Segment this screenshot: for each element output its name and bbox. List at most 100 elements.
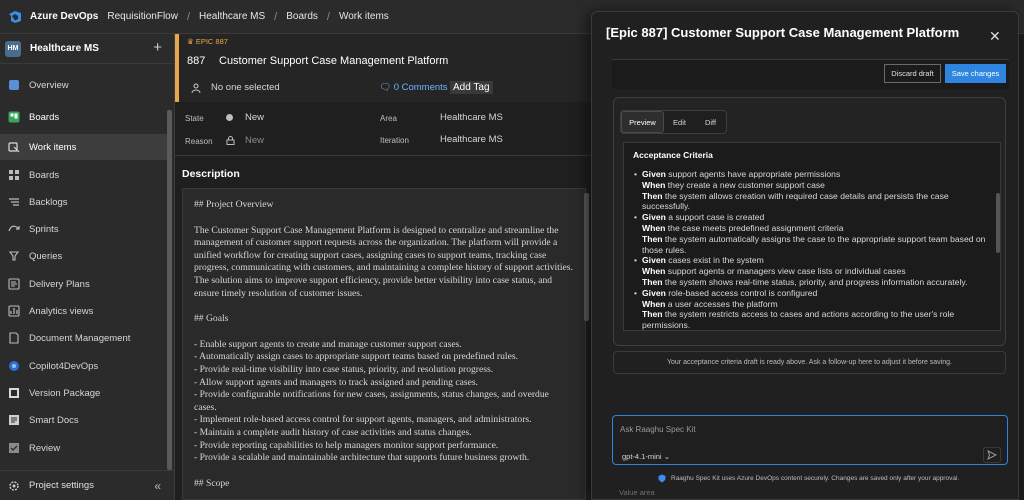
scope-heading: ## Scope: [194, 477, 230, 489]
shield-icon: [658, 474, 666, 483]
gear-icon: [8, 480, 20, 492]
ask-input[interactable]: Ask Raaghu Spec Kit gpt-4.1-mini ⌄: [612, 415, 1008, 465]
description-scrollbar[interactable]: [584, 193, 589, 321]
sidebar-item-document-management[interactable]: Document Management: [0, 325, 168, 351]
sidebar-item-smart-docs[interactable]: Smart Docs: [0, 407, 168, 433]
package-icon: [8, 387, 20, 399]
overview-text: The Customer Support Case Management Pla…: [194, 224, 573, 299]
sidebar-item-label: Review: [29, 442, 61, 454]
list-item: Given role-based access control is confi…: [633, 288, 992, 330]
sidebar-item-label: Document Management: [29, 332, 131, 344]
view-tabs: Preview Edit Diff: [620, 110, 727, 134]
tab-preview[interactable]: Preview: [621, 111, 664, 133]
copilot-icon: [8, 360, 20, 372]
sidebar-item-copilot4devops[interactable]: Copilot4DevOps: [0, 353, 168, 379]
iteration-field[interactable]: Healthcare MS: [440, 134, 503, 145]
reason-field[interactable]: New: [245, 135, 264, 146]
send-icon: [987, 450, 997, 460]
sidebar-item-label: Queries: [29, 250, 63, 262]
description-editor[interactable]: ## Project Overview The Customer Support…: [182, 188, 586, 500]
delivery-plans-icon: [8, 278, 20, 290]
tab-edit[interactable]: Edit: [664, 111, 695, 133]
list-item: - Provide a scalable and maintainable ar…: [194, 452, 530, 464]
criteria-heading: Acceptance Criteria: [633, 150, 713, 160]
person-icon: [191, 83, 201, 93]
list-item: - Provide reporting capabilities to help…: [194, 439, 499, 451]
state-label: State: [185, 114, 204, 123]
collapse-sidebar-icon[interactable]: «: [154, 479, 161, 493]
security-footnote: Raaghu Spec Kit uses Azure DevOps conten…: [658, 474, 959, 483]
sidebar-item-queries[interactable]: Queries: [0, 243, 168, 269]
goals-list: - Enable support agents to create and ma…: [194, 339, 573, 465]
sidebar-item-review[interactable]: Review: [0, 435, 168, 461]
add-icon[interactable]: +: [153, 40, 162, 55]
document-icon: [8, 332, 20, 344]
sidebar-item-overview[interactable]: Overview: [0, 72, 168, 98]
description-heading: Description: [182, 168, 240, 180]
criteria-preview[interactable]: Acceptance Criteria Given support agents…: [623, 142, 1001, 331]
iteration-label: Iteration: [380, 136, 409, 145]
comments-link[interactable]: 🗨︎ 0 Comments: [379, 82, 448, 93]
list-item: Given a support case is created When the…: [633, 212, 992, 255]
assigned-to-field[interactable]: No one selected: [211, 82, 280, 93]
sidebar-item-analytics-views[interactable]: Analytics views: [0, 298, 168, 324]
area-field[interactable]: Healthcare MS: [440, 112, 503, 123]
tab-diff[interactable]: Diff: [695, 111, 726, 133]
work-items-icon: [8, 141, 20, 153]
area-label: Area: [380, 114, 397, 123]
state-field[interactable]: New: [245, 112, 264, 123]
preview-scrollbar[interactable]: [996, 193, 1000, 253]
brand-name[interactable]: Azure DevOps: [30, 11, 98, 22]
project-name[interactable]: Healthcare MS: [30, 43, 99, 54]
sidebar-item-boards-section[interactable]: Boards: [0, 104, 168, 130]
sidebar-item-backlogs[interactable]: Backlogs: [0, 189, 168, 215]
goals-heading: ## Goals: [194, 313, 229, 325]
overview-heading: ## Project Overview: [194, 199, 274, 210]
discard-draft-button[interactable]: Discard draft: [884, 64, 941, 83]
breadcrumb-project[interactable]: Healthcare MS: [199, 11, 265, 22]
criteria-card: Preview Edit Diff Acceptance Criteria Gi…: [613, 97, 1006, 346]
sidebar-item-label: Project settings: [29, 480, 94, 491]
sidebar-item-sprints[interactable]: Sprints: [0, 216, 168, 242]
breadcrumb-separator: /: [186, 10, 191, 23]
sidebar-item-label: Delivery Plans: [29, 278, 90, 290]
project-avatar: HM: [5, 40, 21, 57]
chevron-down-icon: ⌄: [663, 452, 670, 461]
boards-icon: [8, 169, 20, 181]
list-item: - Allow support agents and managers to t…: [194, 376, 479, 388]
list-item: - Maintain a complete audit history of c…: [194, 426, 472, 438]
project-header[interactable]: HM Healthcare MS +: [0, 34, 174, 64]
analytics-icon: [8, 305, 20, 317]
add-tag-button[interactable]: Add Tag: [450, 81, 493, 94]
sidebar-item-delivery-plans[interactable]: Delivery Plans: [0, 271, 168, 297]
sidebar-item-label: Overview: [29, 79, 69, 91]
reason-label: Reason: [185, 137, 213, 146]
sidebar-item-label: Version Package: [29, 387, 101, 399]
state-dot-icon: [226, 114, 233, 121]
sidebar-item-work-items[interactable]: Work items: [0, 134, 168, 160]
sidebar-scrollbar[interactable]: [167, 110, 172, 470]
breadcrumb-org[interactable]: RequisitionFlow: [107, 11, 178, 22]
work-item-title[interactable]: Customer Support Case Management Platfor…: [219, 55, 448, 67]
list-item: Given cases exist in the system When sup…: [633, 255, 992, 287]
dialog-title: [Epic 887] Customer Support Case Managem…: [606, 25, 960, 40]
lock-icon: [226, 136, 235, 145]
sidebar-item-label: Analytics views: [29, 305, 94, 317]
azure-devops-logo-icon[interactable]: [8, 10, 22, 24]
send-button[interactable]: [983, 447, 1001, 463]
queries-icon: [8, 250, 20, 262]
save-changes-button[interactable]: Save changes: [945, 64, 1006, 83]
ask-placeholder: Ask Raaghu Spec Kit: [620, 425, 696, 434]
close-icon[interactable]: ✕: [989, 28, 1001, 45]
sidebar-item-project-settings[interactable]: Project settings «: [0, 470, 175, 500]
breadcrumb-work-items[interactable]: Work items: [339, 11, 389, 22]
sidebar-item-label: Smart Docs: [29, 414, 79, 426]
sidebar-item-label: Copilot4DevOps: [29, 360, 99, 372]
sidebar-item-boards[interactable]: Boards: [0, 162, 168, 188]
sidebar-item-version-package[interactable]: Version Package: [0, 380, 168, 406]
model-select[interactable]: gpt-4.1-mini ⌄: [622, 452, 670, 461]
breadcrumb-boards[interactable]: Boards: [286, 11, 318, 22]
sidebar-item-label: Boards: [29, 111, 60, 123]
comment-icon: 🗨︎: [379, 82, 392, 93]
list-item: - Automatically assign cases to appropri…: [194, 351, 518, 363]
